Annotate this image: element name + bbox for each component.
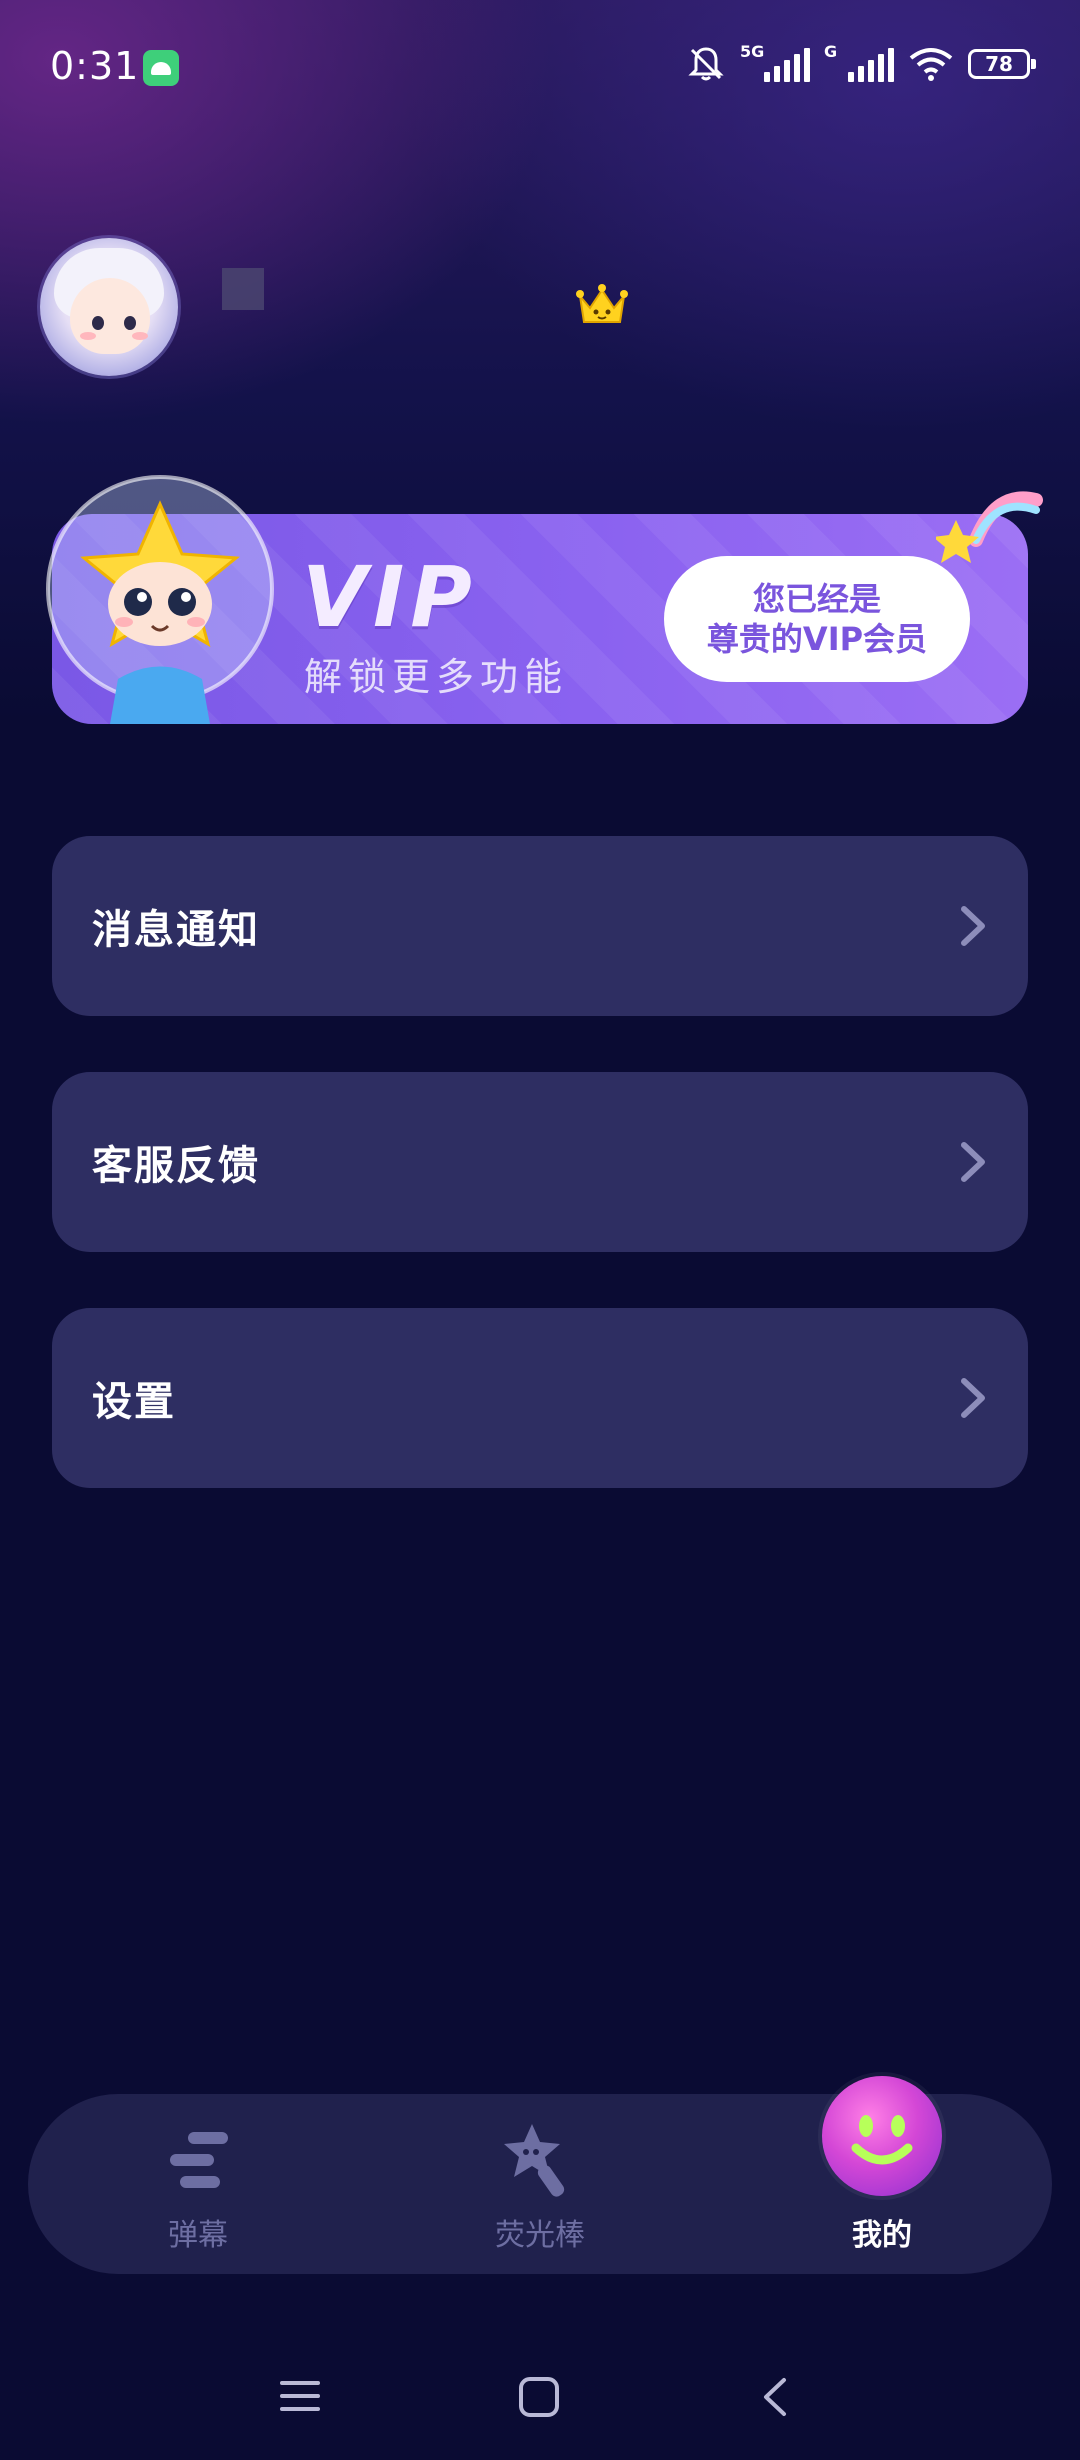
avatar[interactable] bbox=[40, 238, 178, 376]
menu-nav-icon[interactable] bbox=[280, 2376, 320, 2416]
vip-subtitle: 解锁更多功能 bbox=[304, 655, 569, 699]
wifi-icon bbox=[908, 46, 954, 82]
tab-label: 弹幕 bbox=[168, 2218, 228, 2253]
back-nav-icon[interactable] bbox=[760, 2376, 790, 2418]
vip-status-line1: 您已经是 bbox=[752, 580, 881, 618]
chevron-right-icon bbox=[958, 903, 988, 949]
star-mascot-icon bbox=[40, 474, 280, 724]
system-nav-bar bbox=[0, 2340, 1080, 2460]
menu-item-settings[interactable]: 设置 bbox=[52, 1308, 1028, 1488]
status-icons: 5G G 78 bbox=[686, 42, 1036, 84]
menu-item-feedback[interactable]: 客服反馈 bbox=[52, 1072, 1028, 1252]
home-nav-icon[interactable] bbox=[518, 2376, 560, 2418]
signal-5g-icon: 5G bbox=[740, 42, 810, 82]
battery-indicator: 78 bbox=[968, 49, 1036, 79]
menu-item-label: 客服反馈 bbox=[92, 1143, 260, 1189]
tab-glowstick[interactable]: 荧光棒 bbox=[440, 2100, 640, 2270]
menu-item-label: 设置 bbox=[92, 1379, 176, 1425]
tab-label: 荧光棒 bbox=[495, 2218, 585, 2253]
menu-item-notifications[interactable]: 消息通知 bbox=[52, 836, 1028, 1016]
vip-title: VIP bbox=[302, 548, 478, 646]
chevron-right-icon bbox=[958, 1375, 988, 1421]
status-time: 0:31 bbox=[50, 44, 140, 88]
crown-icon bbox=[574, 282, 630, 332]
user-name-placeholder bbox=[222, 268, 264, 310]
chevron-right-icon bbox=[958, 1139, 988, 1185]
tab-label: 我的 bbox=[852, 2218, 912, 2253]
tab-mine[interactable]: 我的 bbox=[782, 2100, 982, 2270]
tab-danmu[interactable]: 弹幕 bbox=[98, 2100, 298, 2270]
status-bar: 0:31 5G G 78 bbox=[0, 0, 1080, 140]
menu-item-label: 消息通知 bbox=[92, 907, 260, 953]
shooting-star-icon bbox=[933, 480, 1046, 570]
android-icon bbox=[143, 50, 179, 86]
signal-g-icon: G bbox=[824, 42, 894, 82]
vip-status-button[interactable]: 您已经是 尊贵的VIP会员 bbox=[664, 556, 970, 682]
network-type-label: 5G bbox=[740, 42, 765, 61]
network-type-label-2: G bbox=[824, 42, 838, 61]
danmu-icon bbox=[170, 2132, 228, 2188]
star-wand-icon bbox=[504, 2124, 565, 2197]
vip-status-line2: 尊贵的VIP会员 bbox=[706, 620, 928, 658]
bell-off-icon bbox=[686, 44, 726, 84]
